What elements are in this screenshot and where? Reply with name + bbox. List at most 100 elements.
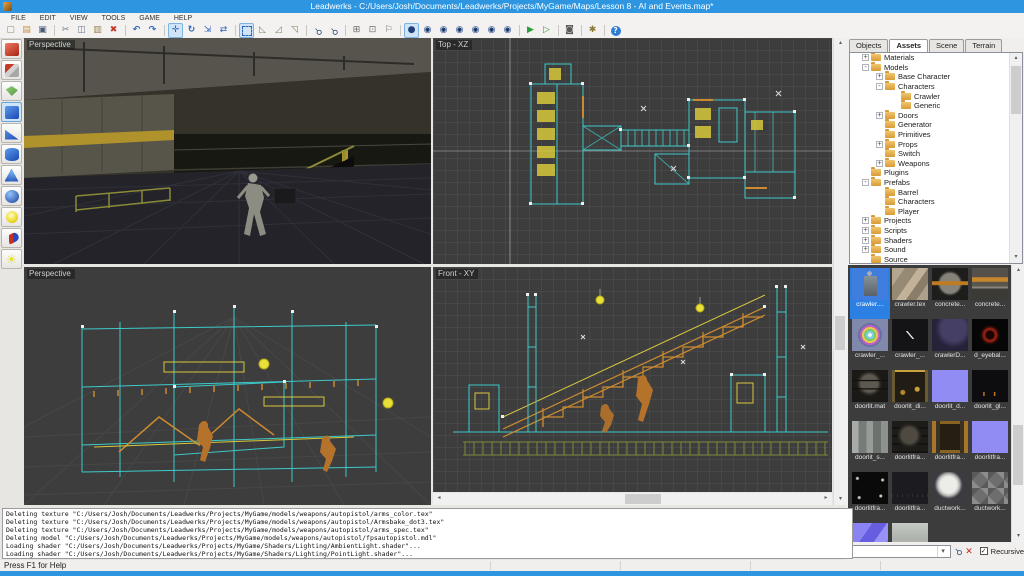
scroll-right-icon[interactable]: ▸ bbox=[820, 493, 832, 504]
tree-item[interactable]: + Shaders bbox=[850, 235, 1022, 245]
cut-icon[interactable]: ✂ bbox=[58, 23, 73, 38]
search-icon[interactable]: ⚲ bbox=[952, 545, 964, 557]
asset-thumbnail[interactable]: doorlitfra... bbox=[890, 421, 930, 472]
tool-csg-cube[interactable] bbox=[1, 60, 22, 80]
viewport-perspective-3d[interactable]: Perspective bbox=[24, 38, 431, 264]
scale-tool-icon[interactable]: ⇲ bbox=[200, 23, 215, 38]
console-log[interactable]: Deleting texture "C:/Users/Josh/Document… bbox=[2, 508, 853, 559]
tree-item[interactable]: + Scripts bbox=[850, 226, 1022, 236]
tree-scrollbar[interactable]: ▴ ▾ bbox=[1009, 53, 1022, 263]
viewport-front-xy[interactable]: Front - XY bbox=[433, 267, 832, 492]
search-input[interactable]: ▾ bbox=[852, 545, 951, 558]
point-light-bulb[interactable] bbox=[259, 359, 269, 369]
scroll-up-icon[interactable]: ▴ bbox=[1012, 265, 1024, 276]
save-map-icon[interactable]: ▣ bbox=[35, 23, 50, 38]
asset-thumbnail[interactable]: crawler_... bbox=[850, 319, 890, 370]
tree-item[interactable]: Generic bbox=[850, 101, 1022, 111]
tool-create-light[interactable] bbox=[1, 207, 22, 227]
open-map-icon[interactable]: ▤ bbox=[19, 23, 34, 38]
right-view-icon[interactable]: ◉ bbox=[484, 23, 499, 38]
scroll-down-icon[interactable]: ▾ bbox=[1012, 531, 1024, 542]
clear-search-icon[interactable]: ✕ bbox=[965, 546, 973, 557]
tree-item[interactable]: + Doors bbox=[850, 111, 1022, 121]
undo-icon[interactable]: ↶ bbox=[129, 23, 144, 38]
back-view-icon[interactable]: ◉ bbox=[452, 23, 467, 38]
run-game-icon[interactable]: ▶ bbox=[523, 23, 538, 38]
tool-create-sphere[interactable] bbox=[1, 186, 22, 206]
tree-item[interactable]: + Sound bbox=[850, 245, 1022, 255]
scroll-up-icon[interactable]: ▴ bbox=[1010, 53, 1022, 64]
redo-icon[interactable]: ↷ bbox=[145, 23, 160, 38]
tool-terrain[interactable] bbox=[1, 81, 22, 101]
zoom-in-icon[interactable]: ⚲ bbox=[310, 23, 325, 38]
scroll-left-icon[interactable]: ◂ bbox=[433, 493, 445, 504]
tool-object-red-cube[interactable] bbox=[1, 39, 22, 59]
assets-scrollbar[interactable]: ▴ ▾ bbox=[1011, 265, 1024, 542]
publish-icon[interactable]: ◙ bbox=[562, 23, 577, 38]
asset-thumbnail[interactable]: crawlerD... bbox=[930, 319, 970, 370]
title-bar[interactable]: Leadwerks - C:/Users/Josh/Documents/Lead… bbox=[0, 0, 1024, 13]
tree-expander-icon[interactable]: - bbox=[862, 179, 869, 186]
tool-create-cone[interactable] bbox=[1, 165, 22, 185]
menu-tools[interactable]: TOOLS bbox=[95, 15, 133, 22]
terrain-raise-icon[interactable]: ◿ bbox=[271, 23, 286, 38]
debug-game-icon[interactable]: ▷ bbox=[539, 23, 554, 38]
tab-objects[interactable]: Objects bbox=[849, 39, 888, 52]
asset-thumbnail[interactable] bbox=[890, 523, 930, 542]
tree-item[interactable]: + Props bbox=[850, 139, 1022, 149]
tree-item[interactable]: + Base Character bbox=[850, 72, 1022, 82]
asset-thumbnail[interactable]: doorlit_gl... bbox=[970, 370, 1010, 421]
menu-file[interactable]: FILE bbox=[4, 15, 33, 22]
asset-thumbnail[interactable]: doorlit_s... bbox=[850, 421, 890, 472]
zoom-extents-icon[interactable]: ⚲ bbox=[326, 23, 341, 38]
asset-thumbnail[interactable]: doorlitfra... bbox=[850, 472, 890, 523]
tab-terrain[interactable]: Terrain bbox=[965, 39, 1002, 52]
tree-item[interactable]: - Characters bbox=[850, 82, 1022, 92]
scrollbar-thumb[interactable] bbox=[1013, 425, 1023, 485]
tree-item[interactable]: + Materials bbox=[850, 53, 1022, 63]
asset-thumbnail[interactable]: doorlit_di... bbox=[890, 370, 930, 421]
tree-expander-icon[interactable]: + bbox=[862, 237, 869, 244]
new-map-icon[interactable]: ▢ bbox=[3, 23, 18, 38]
tab-scene[interactable]: Scene bbox=[929, 39, 964, 52]
tree-item[interactable]: Crawler bbox=[850, 91, 1022, 101]
select-box-icon[interactable] bbox=[239, 23, 254, 38]
scrollbar-thumb[interactable] bbox=[835, 316, 845, 350]
chevron-down-icon[interactable]: ▾ bbox=[937, 546, 949, 557]
recursive-checkbox[interactable]: ✓ bbox=[980, 547, 988, 555]
tree-item[interactable]: Source bbox=[850, 254, 1022, 264]
asset-thumbnail[interactable]: d_eyebal... bbox=[970, 319, 1010, 370]
asset-thumbnail[interactable]: doorlit.mat bbox=[850, 370, 890, 421]
horizontal-scrollbar[interactable]: ◂ ▸ bbox=[433, 493, 832, 505]
asset-thumbnail[interactable]: doorlit_d... bbox=[930, 370, 970, 421]
shift-tool-icon[interactable]: ⇄ bbox=[216, 23, 231, 38]
point-light-bulb[interactable] bbox=[383, 398, 393, 408]
tree-expander-icon[interactable]: + bbox=[862, 217, 869, 224]
expand-icon[interactable]: ⊡ bbox=[365, 23, 380, 38]
perspective-view-icon[interactable]: ● bbox=[404, 23, 419, 38]
top-view-icon[interactable]: ◉ bbox=[420, 23, 435, 38]
tab-assets[interactable]: Assets bbox=[889, 39, 928, 52]
vertical-scrollbar[interactable]: ▴ ▾ bbox=[833, 38, 847, 505]
tree-expander-icon[interactable]: + bbox=[876, 73, 883, 80]
asset-thumbnail[interactable]: concrete... bbox=[970, 268, 1010, 319]
scrollbar-thumb[interactable] bbox=[1011, 66, 1021, 114]
rotate-tool-icon[interactable]: ↻ bbox=[184, 23, 199, 38]
tree-item[interactable]: - Models bbox=[850, 63, 1022, 73]
viewport-top-xz[interactable]: Top - XZ bbox=[433, 38, 832, 264]
asset-thumbnail[interactable] bbox=[970, 523, 1010, 542]
tree-expander-icon[interactable]: + bbox=[862, 54, 869, 61]
terrain-slope-icon[interactable]: ◺ bbox=[255, 23, 270, 38]
tree-item[interactable]: Plugins bbox=[850, 168, 1022, 178]
menu-edit[interactable]: EDIT bbox=[33, 15, 63, 22]
tree-expander-icon[interactable]: + bbox=[862, 227, 869, 234]
options-icon[interactable]: ✱ bbox=[585, 23, 600, 38]
tree-item[interactable]: Generator bbox=[850, 120, 1022, 130]
left-view-icon[interactable]: ◉ bbox=[468, 23, 483, 38]
tool-create-cylinder[interactable] bbox=[1, 144, 22, 164]
scrollbar-thumb[interactable] bbox=[625, 494, 661, 504]
tree-item[interactable]: Characters bbox=[850, 197, 1022, 207]
tree-expander-icon[interactable]: + bbox=[876, 160, 883, 167]
tree-item[interactable]: Switch bbox=[850, 149, 1022, 159]
collapse-icon[interactable]: ⊞ bbox=[349, 23, 364, 38]
